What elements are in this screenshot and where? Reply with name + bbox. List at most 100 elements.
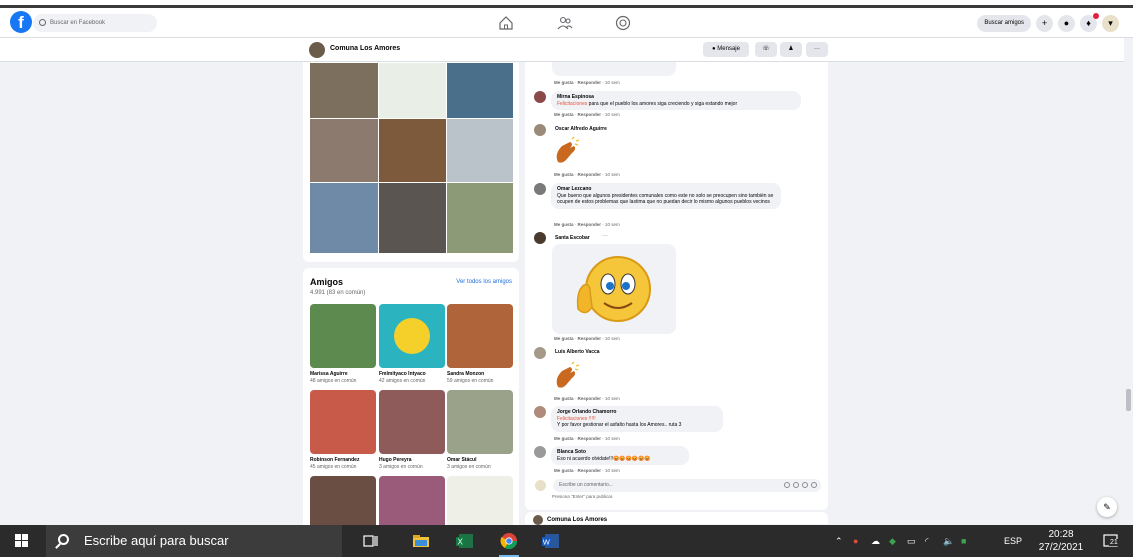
camera-icon[interactable] xyxy=(793,482,799,488)
reply-link[interactable]: Responder xyxy=(578,396,602,401)
friend-photo[interactable] xyxy=(379,390,445,454)
reply-link[interactable]: Responder xyxy=(578,112,602,117)
task-view-icon[interactable] xyxy=(358,529,384,553)
page-scrollbar[interactable] xyxy=(1124,38,1133,520)
gaming-icon[interactable] xyxy=(614,14,632,32)
message-button[interactable]: ● Mensaje xyxy=(703,42,749,57)
photo-thumbnail[interactable] xyxy=(447,63,513,118)
reply-link[interactable]: Responder xyxy=(578,468,602,473)
account-menu-icon[interactable]: ▾ xyxy=(1102,14,1119,32)
photo-thumbnail[interactable] xyxy=(310,119,378,182)
groups-icon[interactable] xyxy=(556,14,574,32)
friend-photo[interactable] xyxy=(310,390,376,454)
sticker-icon[interactable] xyxy=(811,482,817,488)
like-link[interactable]: Me gusta xyxy=(554,336,574,341)
app-tray-icon[interactable]: ■ xyxy=(961,525,966,557)
taskbar-clock[interactable]: 20:28 27/2/2021 xyxy=(1034,528,1088,554)
comment-author[interactable]: Luis Alberto Vacca xyxy=(555,349,600,355)
facebook-search-input[interactable]: Buscar en Facebook xyxy=(33,14,157,32)
commenter-avatar[interactable] xyxy=(534,183,546,195)
page-avatar[interactable] xyxy=(309,42,325,58)
friend-item[interactable]: Sandra Monzon 59 amigos en común xyxy=(447,304,513,384)
comment-author[interactable]: Santa Escobar xyxy=(555,235,590,241)
next-post-avatar[interactable] xyxy=(533,515,543,525)
battery-icon[interactable]: ▭ xyxy=(907,525,916,557)
notifications-bell-icon[interactable]: ♦ xyxy=(1080,12,1099,32)
messenger-icon[interactable]: ● xyxy=(1058,14,1075,32)
new-message-button[interactable]: ✎ xyxy=(1097,497,1117,517)
like-link[interactable]: Me gusta xyxy=(554,468,574,473)
like-link[interactable]: Me gusta xyxy=(554,436,574,441)
friend-item[interactable]: Robinson Fernandez 45 amigos en común xyxy=(310,390,376,470)
friend-name[interactable]: Omar Stácul xyxy=(447,457,513,463)
home-icon[interactable] xyxy=(497,14,515,32)
emoji-icon[interactable] xyxy=(784,482,790,488)
windows-start-icon[interactable] xyxy=(15,534,29,548)
page-name[interactable]: Comuna Los Amores xyxy=(330,45,400,52)
security-shield-icon[interactable]: ◆ xyxy=(889,525,896,557)
excel-icon[interactable]: X xyxy=(452,529,478,553)
friend-item[interactable]: Hugo Pereyra 3 amigos en común xyxy=(379,390,445,470)
reply-link[interactable]: Responder xyxy=(578,336,602,341)
show-hidden-icons-icon[interactable]: ⌃ xyxy=(835,525,843,557)
friend-photo[interactable] xyxy=(447,390,513,454)
commenter-avatar[interactable] xyxy=(534,124,546,136)
commenter-avatar[interactable] xyxy=(534,91,546,103)
commenter-avatar[interactable] xyxy=(534,406,546,418)
wifi-icon[interactable]: ◜ xyxy=(925,525,929,557)
friend-photo[interactable] xyxy=(447,304,513,368)
photo-thumbnail[interactable] xyxy=(447,183,513,253)
file-explorer-icon[interactable] xyxy=(408,529,434,553)
comment-options-icon[interactable]: ··· xyxy=(602,233,608,239)
friend-photo[interactable] xyxy=(310,304,376,368)
comment-actions[interactable]: Me gusta · Responder · 10 sem xyxy=(554,172,620,177)
word-icon[interactable]: W xyxy=(538,529,564,553)
photo-thumbnail[interactable] xyxy=(447,119,513,182)
commenter-avatar[interactable] xyxy=(534,446,546,458)
comment-actions[interactable]: Me gusta · Responder · 10 sem xyxy=(554,396,620,401)
friend-photo[interactable] xyxy=(379,304,445,368)
comment-actions[interactable]: Me gusta · Responder · 10 sem xyxy=(554,112,620,117)
comment-actions[interactable]: Me gusta · Responder · 10 sem xyxy=(554,436,620,441)
photo-thumbnail[interactable] xyxy=(379,63,446,118)
comment-author[interactable]: Oscar Alfredo Aguirre xyxy=(555,126,607,132)
volume-icon[interactable]: 🔈 xyxy=(943,525,954,557)
comment-actions[interactable]: Me gusta · Responder · 10 sem xyxy=(554,80,620,85)
gif-icon[interactable] xyxy=(802,482,808,488)
comment-actions[interactable]: Me gusta · Responder · 10 sem xyxy=(554,468,620,473)
find-friends-button[interactable]: Buscar amigos xyxy=(977,14,1031,32)
reply-link[interactable]: Responder xyxy=(578,80,602,85)
create-icon[interactable]: + xyxy=(1036,14,1053,32)
like-link[interactable]: Me gusta xyxy=(554,222,574,227)
friend-item[interactable]: Marissa Aguirre 48 amigos en común xyxy=(310,304,376,384)
photo-thumbnail[interactable] xyxy=(310,63,378,118)
comment-actions[interactable]: Me gusta · Responder · 10 sem xyxy=(554,222,620,227)
photo-thumbnail[interactable] xyxy=(379,183,446,253)
reply-link[interactable]: Responder xyxy=(578,222,602,227)
notification-center-icon[interactable]: 21 xyxy=(1102,532,1120,550)
input-language[interactable]: ESP xyxy=(1004,525,1022,557)
photo-thumbnail[interactable] xyxy=(379,119,446,182)
friend-name[interactable]: Marissa Aguirre xyxy=(310,371,376,377)
friend-name[interactable]: Sandra Monzon xyxy=(447,371,513,377)
scrollbar-thumb[interactable] xyxy=(1126,389,1131,411)
reply-link[interactable]: Responder xyxy=(578,172,602,177)
facebook-logo-icon[interactable]: f xyxy=(10,11,32,33)
friend-name[interactable]: Robinson Fernandez xyxy=(310,457,376,463)
taskbar-search-input[interactable]: Escribe aquí para buscar xyxy=(46,525,342,557)
call-button[interactable]: ☏ xyxy=(755,42,777,57)
comment-input[interactable]: Escribe un comentario... xyxy=(553,479,821,492)
commenter-avatar[interactable] xyxy=(534,232,546,244)
next-post-author[interactable]: Comuna Los Amores xyxy=(547,517,607,523)
commenter-avatar[interactable] xyxy=(534,347,546,359)
photo-thumbnail[interactable] xyxy=(310,183,378,253)
follow-button[interactable]: ♟ xyxy=(780,42,802,57)
comment-actions[interactable]: Me gusta · Responder · 10 sem xyxy=(554,336,620,341)
like-link[interactable]: Me gusta xyxy=(554,112,574,117)
onedrive-cloud-icon[interactable]: ☁ xyxy=(871,525,880,557)
friend-name[interactable]: Fmlmityaco Intyaco xyxy=(379,371,445,377)
like-link[interactable]: Me gusta xyxy=(554,396,574,401)
chrome-icon[interactable] xyxy=(496,529,522,557)
friend-item[interactable]: Fmlmityaco Intyaco 42 amigos en común xyxy=(379,304,445,384)
friend-name[interactable]: Hugo Pereyra xyxy=(379,457,445,463)
